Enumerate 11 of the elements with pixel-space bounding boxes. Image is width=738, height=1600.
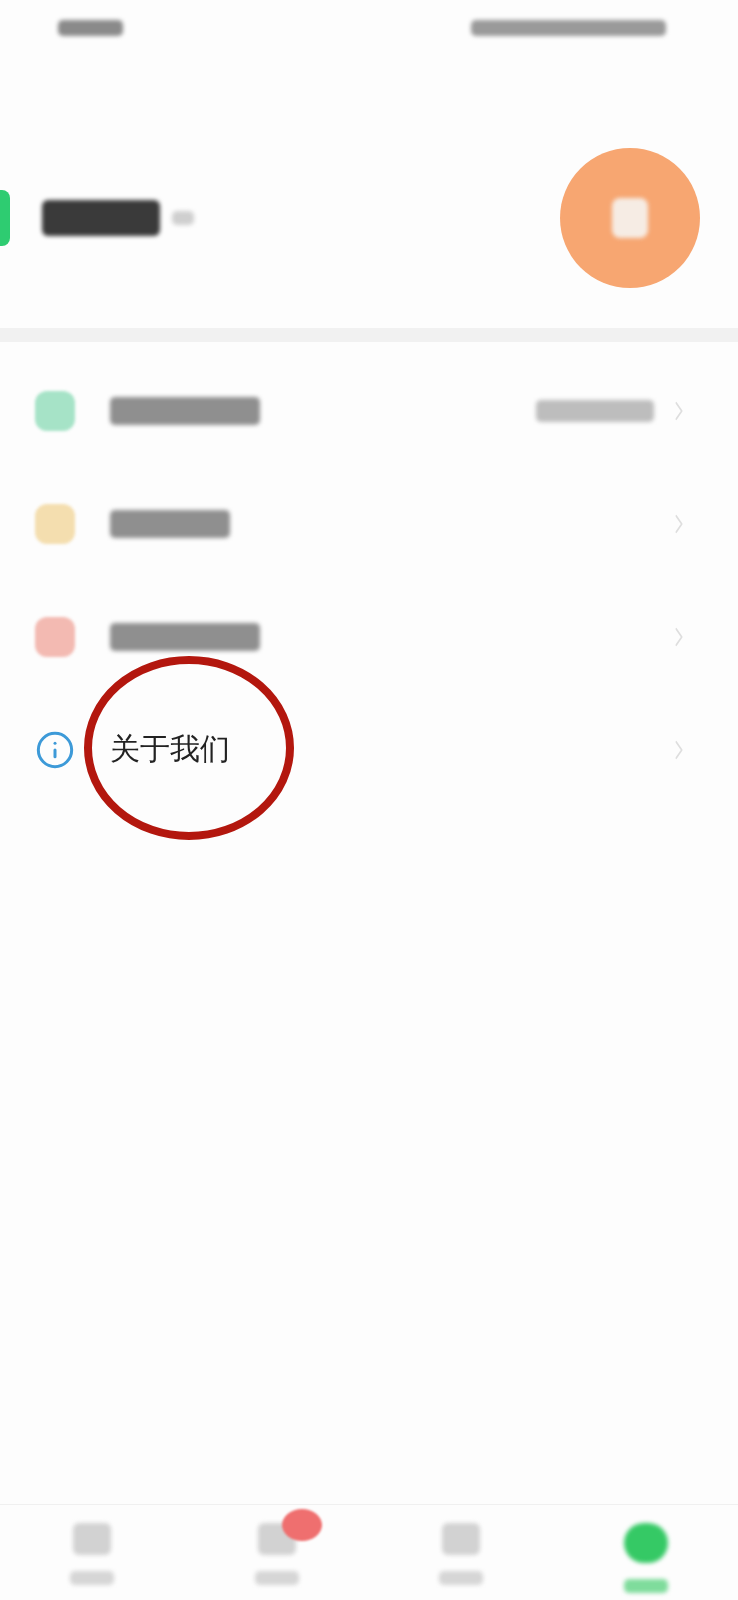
blurred-tab-icon[interactable] [442, 1523, 481, 1555]
blurred-tab-icon[interactable] [73, 1523, 112, 1555]
blurred-text [254, 1571, 299, 1585]
blurred-text [172, 211, 194, 225]
blurred-tab-icon[interactable] [623, 1523, 668, 1563]
blurred-text [623, 1579, 668, 1593]
blurred-text [70, 1571, 115, 1585]
blurred-text [58, 20, 123, 36]
menu-item-label[interactable]: 关于我们 [110, 729, 230, 770]
side-marker [0, 190, 10, 246]
blurred-text [439, 1571, 484, 1585]
